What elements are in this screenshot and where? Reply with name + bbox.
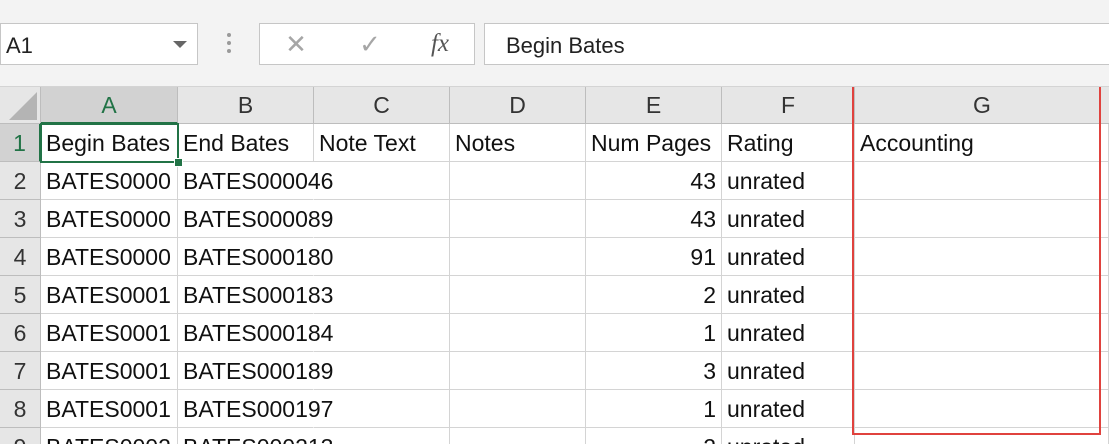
- column-header-g[interactable]: G: [855, 87, 1109, 124]
- excel-window: A1 ✕ ✓ fx Begin Bates A B C D E F G 1 2 …: [0, 0, 1109, 444]
- cell-f2[interactable]: unrated: [722, 162, 855, 200]
- column-header-c[interactable]: C: [314, 87, 450, 124]
- cell-g3[interactable]: [855, 200, 1109, 238]
- fill-handle[interactable]: [174, 158, 183, 167]
- cell-d2[interactable]: [450, 162, 586, 200]
- row-header-4[interactable]: 4: [0, 238, 41, 276]
- row-header-7[interactable]: 7: [0, 352, 41, 390]
- cell-c9[interactable]: [314, 428, 450, 444]
- cell-b5[interactable]: BATES000183: [178, 276, 333, 314]
- cell-c3[interactable]: [314, 200, 450, 238]
- cell-c1[interactable]: Note Text: [314, 124, 450, 162]
- cell-g2[interactable]: [855, 162, 1109, 200]
- fx-icon[interactable]: fx: [420, 28, 460, 60]
- cell-a4[interactable]: BATES0000: [41, 238, 178, 276]
- cell-a7[interactable]: BATES0001: [41, 352, 178, 390]
- cell-d9[interactable]: [450, 428, 586, 444]
- formula-input-value: Begin Bates: [506, 33, 625, 58]
- cell-e3[interactable]: 43: [586, 200, 722, 238]
- cell-f9[interactable]: unrated: [722, 428, 855, 444]
- check-icon[interactable]: ✓: [350, 28, 390, 60]
- column-header-e[interactable]: E: [586, 87, 722, 124]
- cell-c7[interactable]: [314, 352, 450, 390]
- column-header-a[interactable]: A: [41, 87, 178, 124]
- cell-b8[interactable]: BATES000197: [178, 390, 333, 428]
- name-box[interactable]: A1: [0, 23, 198, 65]
- cell-g7[interactable]: [855, 352, 1109, 390]
- cell-e2[interactable]: 43: [586, 162, 722, 200]
- cell-d7[interactable]: [450, 352, 586, 390]
- cell-f7[interactable]: unrated: [722, 352, 855, 390]
- cell-e8[interactable]: 1: [586, 390, 722, 428]
- select-all-button[interactable]: [0, 87, 41, 124]
- name-box-value: A1: [6, 33, 33, 58]
- cell-c4[interactable]: [314, 238, 450, 276]
- grip-icon[interactable]: [226, 33, 232, 57]
- cell-b9[interactable]: BATES000213: [178, 428, 333, 444]
- select-all-icon: [9, 92, 37, 120]
- row-header-1[interactable]: 1: [0, 124, 41, 162]
- cell-a9[interactable]: BATES0002: [41, 428, 178, 444]
- cell-a6[interactable]: BATES0001: [41, 314, 178, 352]
- cell-f5[interactable]: unrated: [722, 276, 855, 314]
- row-header-9[interactable]: 9: [0, 428, 41, 444]
- cell-f4[interactable]: unrated: [722, 238, 855, 276]
- cell-d4[interactable]: [450, 238, 586, 276]
- cancel-icon[interactable]: ✕: [276, 28, 316, 60]
- cell-d6[interactable]: [450, 314, 586, 352]
- column-header-d[interactable]: D: [450, 87, 586, 124]
- cell-c8[interactable]: [314, 390, 450, 428]
- cell-c6[interactable]: [314, 314, 450, 352]
- row-header-2[interactable]: 2: [0, 162, 41, 200]
- cell-g8[interactable]: [855, 390, 1109, 428]
- column-header-f[interactable]: F: [722, 87, 855, 124]
- cell-e7[interactable]: 3: [586, 352, 722, 390]
- cell-a5[interactable]: BATES0001: [41, 276, 178, 314]
- formula-bar: A1 ✕ ✓ fx Begin Bates: [0, 0, 1109, 87]
- cell-c2[interactable]: [314, 162, 450, 200]
- cell-a3[interactable]: BATES0000: [41, 200, 178, 238]
- cell-f6[interactable]: unrated: [722, 314, 855, 352]
- cell-f3[interactable]: unrated: [722, 200, 855, 238]
- cell-b3[interactable]: BATES000089: [178, 200, 333, 238]
- cell-b6[interactable]: BATES000184: [178, 314, 333, 352]
- spreadsheet-grid: A B C D E F G 1 2 3 4 5 6 7 8 9 Begin Ba…: [0, 87, 1109, 444]
- cell-e1[interactable]: Num Pages: [586, 124, 722, 162]
- formula-input[interactable]: Begin Bates: [484, 23, 1109, 65]
- cell-g6[interactable]: [855, 314, 1109, 352]
- cell-f8[interactable]: unrated: [722, 390, 855, 428]
- cell-a8[interactable]: BATES0001: [41, 390, 178, 428]
- cell-d1[interactable]: Notes: [450, 124, 586, 162]
- cell-b7[interactable]: BATES000189: [178, 352, 333, 390]
- chevron-down-icon[interactable]: [173, 41, 187, 48]
- cell-d8[interactable]: [450, 390, 586, 428]
- formula-tools: ✕ ✓ fx: [259, 23, 475, 65]
- row-header-5[interactable]: 5: [0, 276, 41, 314]
- cell-b1[interactable]: End Bates: [178, 124, 314, 162]
- column-header-b[interactable]: B: [178, 87, 314, 124]
- cell-e4[interactable]: 91: [586, 238, 722, 276]
- cell-g4[interactable]: [855, 238, 1109, 276]
- cell-e9[interactable]: 2: [586, 428, 722, 444]
- cell-e5[interactable]: 2: [586, 276, 722, 314]
- row-header-3[interactable]: 3: [0, 200, 41, 238]
- cell-a1[interactable]: Begin Bates: [41, 124, 178, 162]
- cell-b2[interactable]: BATES000046: [178, 162, 333, 200]
- cell-f1[interactable]: Rating: [722, 124, 855, 162]
- cell-e6[interactable]: 1: [586, 314, 722, 352]
- cell-b4[interactable]: BATES000180: [178, 238, 333, 276]
- cell-g9[interactable]: [855, 428, 1109, 444]
- cell-d3[interactable]: [450, 200, 586, 238]
- row-header-8[interactable]: 8: [0, 390, 41, 428]
- cell-c5[interactable]: [314, 276, 450, 314]
- cell-d5[interactable]: [450, 276, 586, 314]
- cell-g5[interactable]: [855, 276, 1109, 314]
- row-header-6[interactable]: 6: [0, 314, 41, 352]
- cell-g1[interactable]: Accounting: [855, 124, 1109, 162]
- cell-a2[interactable]: BATES0000: [41, 162, 178, 200]
